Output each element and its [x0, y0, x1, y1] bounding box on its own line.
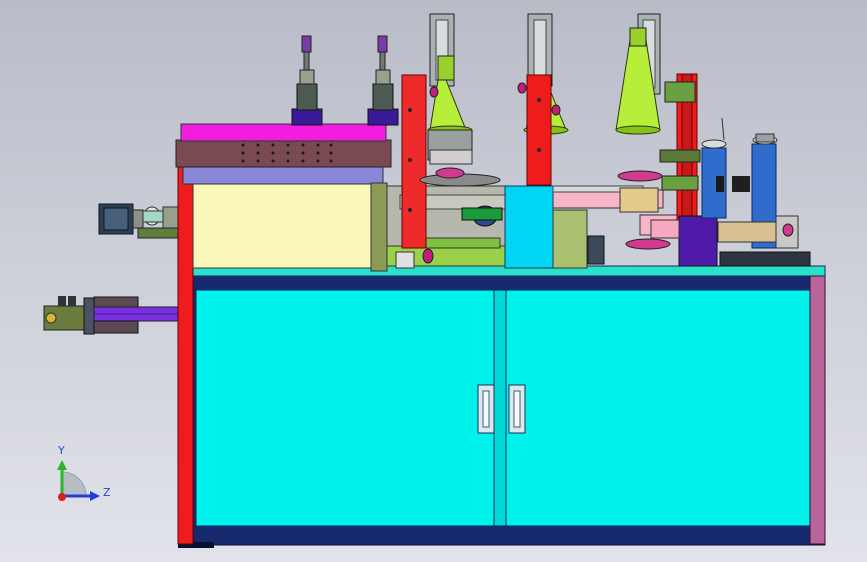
left-red-frame: [177, 164, 194, 545]
left-servo-motor: [98, 203, 181, 239]
left-motor-pink: [650, 219, 680, 239]
z-arrow-head: [90, 491, 100, 501]
turntable: [419, 149, 501, 187]
door-handle-left[interactable]: [477, 384, 495, 434]
cone-head-1: [427, 13, 473, 161]
blue-column-1: [701, 117, 727, 219]
machine-model-render[interactable]: [0, 0, 867, 562]
red-tower-right: [659, 73, 701, 223]
door-handle-right[interactable]: [508, 384, 526, 434]
red-post-1: [401, 74, 427, 249]
origin-dot: [58, 493, 66, 501]
purple-block: [678, 215, 718, 267]
y-axis-label: Y: [58, 444, 65, 457]
y-arrow-head: [57, 460, 67, 470]
spindle-left-2: [367, 35, 399, 126]
upper-left-module: [175, 123, 392, 272]
cabinet-base: [178, 265, 826, 548]
center-cyan-block: [504, 185, 554, 269]
center-olive-block: [552, 209, 588, 269]
cone-head-3: [615, 13, 661, 135]
spindle-left-1: [291, 35, 323, 126]
z-axis-label: Z: [103, 486, 111, 499]
dark-motor-small: [587, 235, 605, 265]
cad-viewport[interactable]: Y Z: [0, 0, 867, 562]
coordinate-triad: [57, 460, 100, 501]
left-cylinder-assembly: [43, 296, 183, 335]
